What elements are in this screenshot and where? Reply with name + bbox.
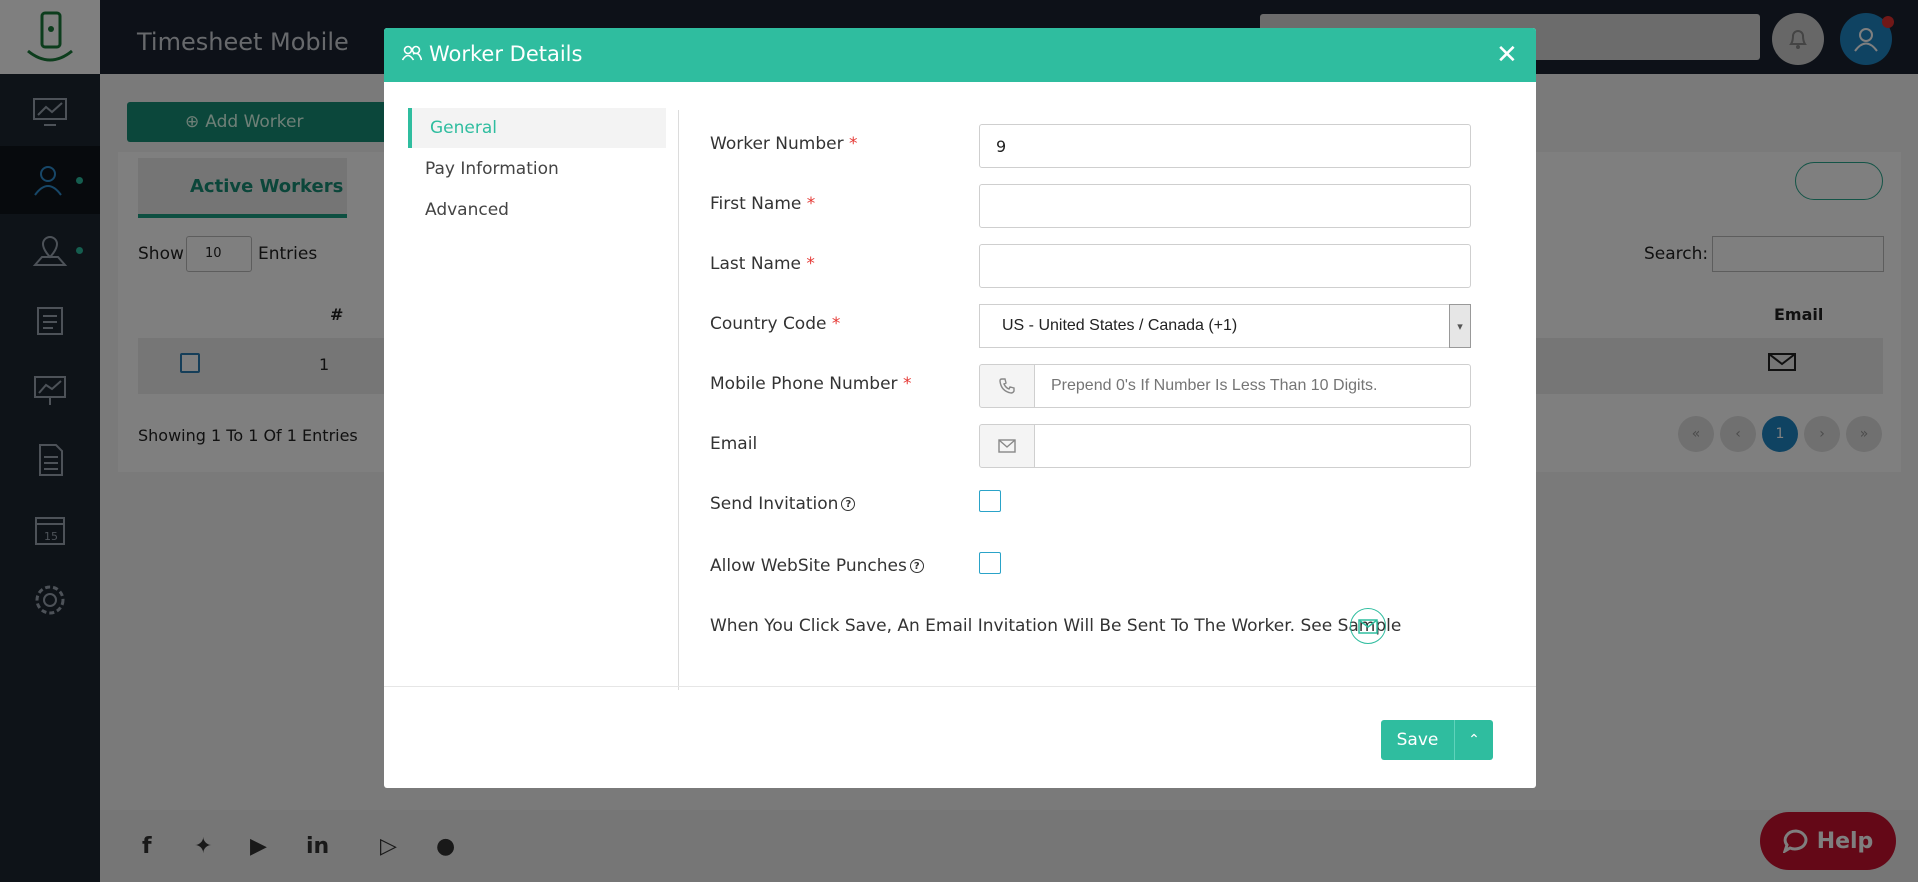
- save-button-group: Save ⌃: [1381, 720, 1493, 760]
- email-addon: [979, 424, 1035, 468]
- close-icon[interactable]: ✕: [1496, 40, 1518, 70]
- modal-footer-divider: [384, 686, 1536, 687]
- allow-website-punches-label-text: Allow WebSite Punches: [710, 556, 907, 576]
- help-circle-icon[interactable]: ?: [909, 559, 924, 573]
- chevron-up-icon[interactable]: ⌃: [1455, 720, 1493, 760]
- country-code-select[interactable]: US - United States / Canada (+1) ▾: [979, 304, 1471, 348]
- worker-number-input[interactable]: 9: [979, 124, 1471, 168]
- modal-nav: General Pay Information Advanced: [408, 108, 666, 231]
- required-mark: *: [902, 374, 912, 394]
- allow-website-punches-checkbox[interactable]: [979, 552, 1001, 574]
- required-mark: *: [806, 194, 816, 214]
- mobile-phone-input[interactable]: [1034, 364, 1471, 408]
- country-code-label: Country Code *: [710, 314, 840, 334]
- country-code-label-text: Country Code: [710, 314, 827, 334]
- required-mark: *: [831, 314, 841, 334]
- nav-item-pay-information[interactable]: Pay Information: [408, 149, 666, 189]
- required-mark: *: [849, 134, 858, 154]
- sample-email-button[interactable]: [1350, 608, 1386, 644]
- nav-item-advanced[interactable]: Advanced: [408, 190, 666, 230]
- allow-website-punches-label: Allow WebSite Punches?: [710, 556, 924, 576]
- envelope-icon: [998, 439, 1016, 453]
- country-code-value: US - United States / Canada (+1): [1002, 317, 1238, 334]
- chevron-down-icon[interactable]: ▾: [1449, 304, 1471, 348]
- first-name-input[interactable]: [979, 184, 1471, 228]
- required-mark: *: [806, 254, 815, 274]
- invitation-note: When You Click Save, An Email Invitation…: [710, 616, 1402, 636]
- help-circle-icon[interactable]: ?: [841, 497, 856, 511]
- first-name-label-text: First Name: [710, 194, 802, 214]
- send-invitation-checkbox[interactable]: [979, 490, 1001, 512]
- worker-details-modal: Worker Details ✕ General Pay Information…: [384, 28, 1536, 788]
- mobile-phone-label: Mobile Phone Number *: [710, 374, 911, 394]
- phone-icon: [999, 378, 1015, 394]
- last-name-label-text: Last Name: [710, 254, 801, 274]
- mobile-phone-label-text: Mobile Phone Number: [710, 374, 898, 394]
- last-name-label: Last Name *: [710, 254, 815, 274]
- phone-addon: [979, 364, 1035, 408]
- modal-header: Worker Details ✕: [384, 28, 1536, 82]
- send-invitation-label: Send Invitation?: [710, 494, 856, 514]
- save-button[interactable]: Save: [1381, 720, 1455, 760]
- email-input[interactable]: [1034, 424, 1471, 468]
- modal-title: Worker Details: [429, 42, 583, 66]
- worker-number-label: Worker Number *: [710, 134, 858, 154]
- first-name-label: First Name *: [710, 194, 815, 214]
- vertical-divider: [678, 110, 679, 690]
- envelope-icon: [1358, 618, 1378, 634]
- nav-item-general[interactable]: General: [408, 108, 666, 148]
- worker-number-label-text: Worker Number: [710, 134, 844, 154]
- email-label: Email: [710, 434, 758, 454]
- last-name-input[interactable]: [979, 244, 1471, 288]
- send-invitation-label-text: Send Invitation: [710, 494, 839, 514]
- users-icon: [401, 45, 423, 65]
